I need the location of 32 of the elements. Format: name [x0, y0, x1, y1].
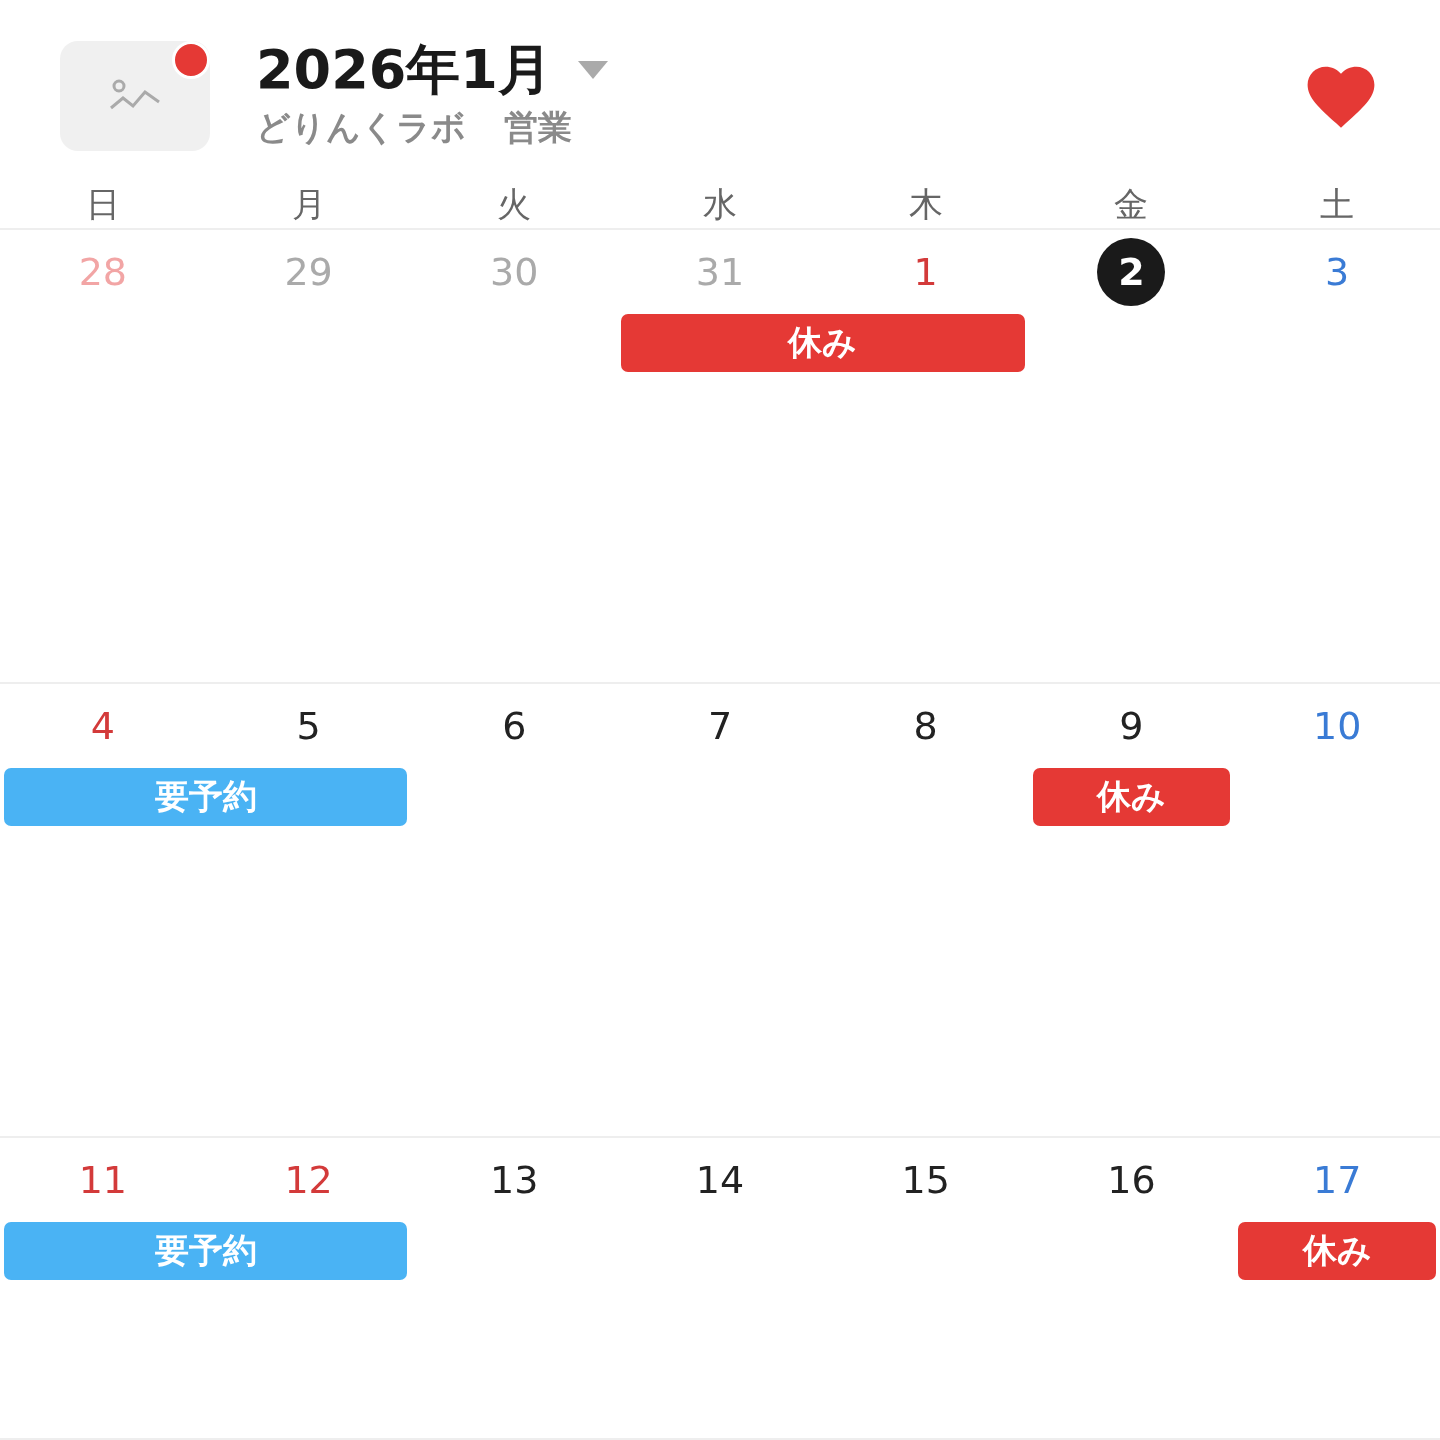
date-number[interactable]: 3	[1325, 250, 1350, 294]
event-bar[interactable]: 休み	[1032, 768, 1231, 826]
event-bar[interactable]: 休み	[1238, 1222, 1436, 1280]
date-number[interactable]: 8	[913, 704, 938, 748]
date-number[interactable]: 14	[695, 1158, 745, 1202]
weekday-label: 水	[703, 182, 737, 226]
today-date[interactable]: 2	[1097, 238, 1166, 306]
date-number[interactable]: 12	[284, 1158, 333, 1202]
calendar-subtitle: どりんくラボ	[256, 106, 466, 150]
weekday-label: 金	[1114, 182, 1149, 226]
weekday-label: 土	[1320, 182, 1355, 226]
weekday-label: 木	[908, 182, 943, 226]
date-number[interactable]: 11	[78, 1158, 128, 1202]
date-number[interactable]: 7	[707, 704, 733, 748]
date-number[interactable]: 16	[1107, 1158, 1156, 1202]
caret-icon[interactable]	[577, 60, 608, 79]
date-number[interactable]: 15	[901, 1158, 950, 1202]
date-number[interactable]: 17	[1312, 1158, 1362, 1202]
date-number[interactable]: 10	[1312, 704, 1362, 748]
date-number[interactable]: 5	[296, 704, 321, 748]
weekday-label: 火	[497, 182, 532, 226]
image-placeholder[interactable]	[60, 40, 210, 151]
event-bar[interactable]: 休み	[621, 314, 1025, 372]
date-number[interactable]: 1	[913, 250, 938, 294]
date-number[interactable]: 6	[502, 704, 527, 748]
date-number[interactable]: 4	[90, 704, 115, 748]
date-number[interactable]: 9	[1119, 704, 1144, 748]
month-title[interactable]: 2026年1月	[256, 40, 552, 100]
calendar-subtitle: 営業	[504, 106, 572, 150]
date-number[interactable]: 13	[490, 1158, 539, 1202]
weekday-label: 日	[85, 182, 120, 226]
weekday-label: 月	[291, 182, 326, 226]
